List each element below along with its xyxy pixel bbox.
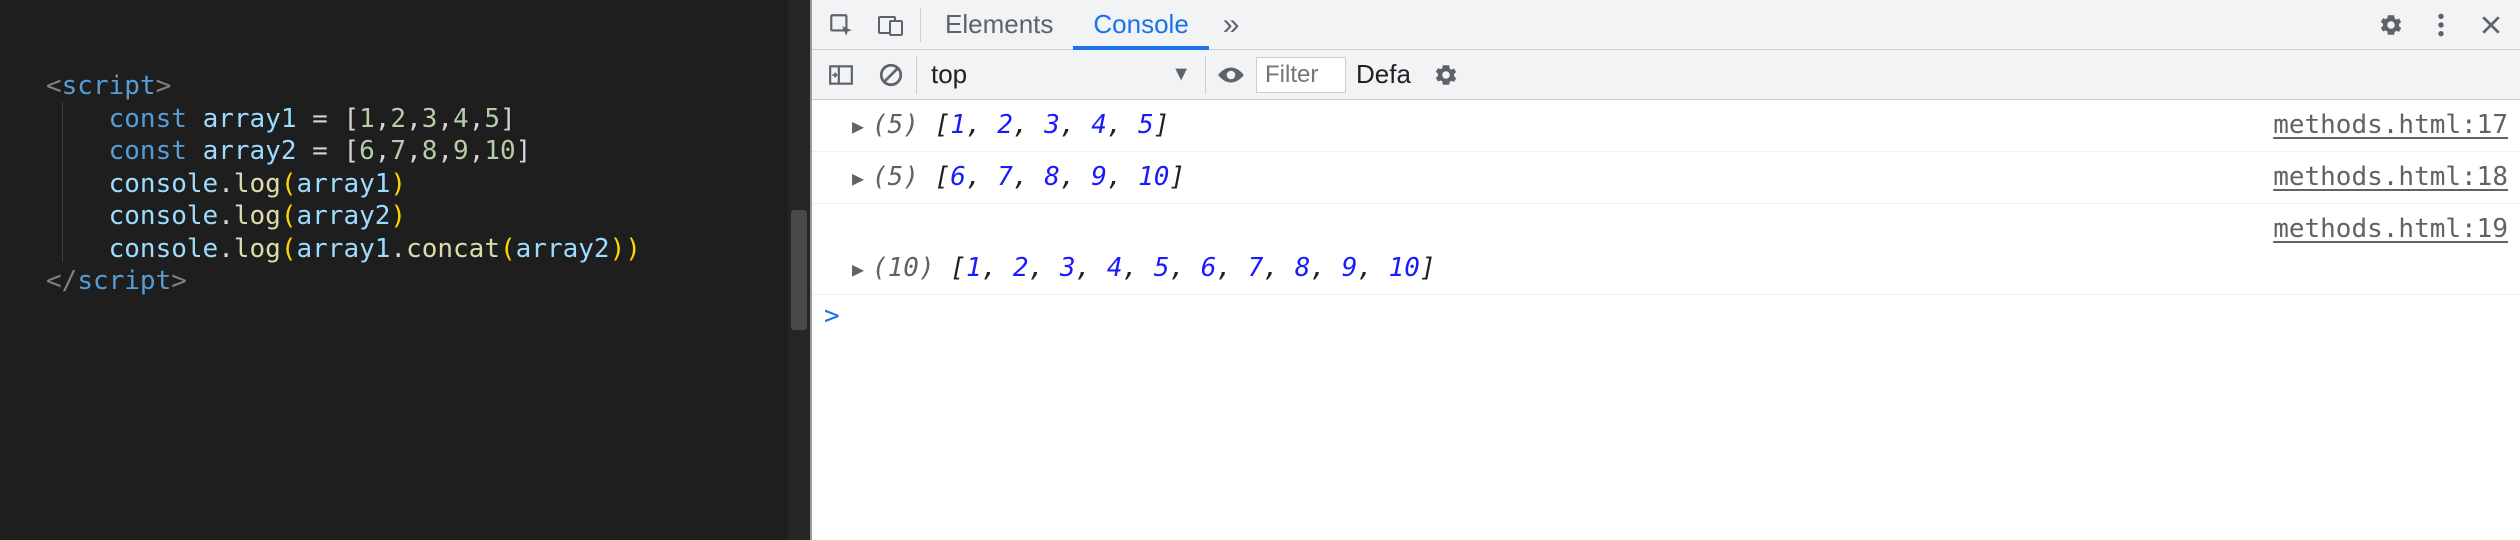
live-expression-eye-icon[interactable] xyxy=(1206,50,1256,100)
kebab-menu-icon[interactable] xyxy=(2416,0,2466,50)
log-content: ▶(10) [1, 2, 3, 4, 5, 6, 7, 8, 9, 10] xyxy=(852,249,2508,288)
log-source-link[interactable]: methods.html:17 xyxy=(2273,106,2508,145)
log-source-link[interactable]: methods.html:19 xyxy=(2273,210,2508,249)
devtools-tabbar: Elements Console » xyxy=(812,0,2520,50)
close-icon[interactable] xyxy=(2466,0,2516,50)
chevron-down-icon: ▼ xyxy=(1171,63,1191,86)
device-toolbar-icon[interactable] xyxy=(866,0,916,50)
execution-context-select[interactable]: top ▼ xyxy=(916,56,1206,94)
code-line[interactable]: const array1 = [1,2,3,4,5] xyxy=(46,103,810,136)
clear-console-icon[interactable] xyxy=(866,50,916,100)
disclosure-triangle-icon[interactable]: ▶ xyxy=(852,254,868,284)
console-toolbar: top ▼ Defa xyxy=(812,50,2520,100)
console-output[interactable]: ▶(5) [1, 2, 3, 4, 5]methods.html:17▶(5) … xyxy=(812,100,2520,540)
console-log-row[interactable]: methods.html:19▶(10) [1, 2, 3, 4, 5, 6, … xyxy=(812,204,2520,295)
context-label: top xyxy=(931,59,967,90)
log-levels-select[interactable]: Defa xyxy=(1346,59,1421,90)
tab-elements[interactable]: Elements xyxy=(925,0,1073,50)
log-source-link[interactable]: methods.html:18 xyxy=(2273,158,2508,197)
disclosure-triangle-icon[interactable]: ▶ xyxy=(852,163,868,193)
indent-guide xyxy=(62,102,63,262)
code-line[interactable]: console.log(array1) xyxy=(46,168,810,201)
console-log-row[interactable]: ▶(5) [6, 7, 8, 9, 10] methods.html:18 xyxy=(812,152,2520,204)
console-prompt[interactable]: > xyxy=(812,295,2520,337)
settings-gear-icon[interactable] xyxy=(2366,0,2416,50)
tab-console[interactable]: Console xyxy=(1073,0,1208,50)
code-line[interactable]: console.log(array1.concat(array2)) xyxy=(46,233,810,266)
filter-input[interactable] xyxy=(1256,57,1346,93)
prompt-chevron-icon: > xyxy=(824,301,840,331)
separator xyxy=(920,8,921,42)
console-settings-gear-icon[interactable] xyxy=(1421,50,1471,100)
code-line[interactable]: </script> xyxy=(46,265,810,298)
log-content: ▶(5) [6, 7, 8, 9, 10] xyxy=(852,158,2253,197)
console-log-row[interactable]: ▶(5) [1, 2, 3, 4, 5] methods.html:17 xyxy=(812,100,2520,152)
scrollbar-thumb[interactable] xyxy=(791,210,807,330)
code-line[interactable]: const array2 = [6,7,8,9,10] xyxy=(46,135,810,168)
code-line[interactable]: <script> xyxy=(46,70,810,103)
console-sidebar-toggle-icon[interactable] xyxy=(816,50,866,100)
code-line[interactable]: console.log(array2) xyxy=(46,200,810,233)
devtools-panel: Elements Console » top ▼ Defa xyxy=(810,0,2520,540)
inspect-element-icon[interactable] xyxy=(816,0,866,50)
log-content: ▶(5) [1, 2, 3, 4, 5] xyxy=(852,106,2253,145)
tabs-overflow-icon[interactable]: » xyxy=(1209,0,1254,50)
code-editor[interactable]: <script> const array1 = [1,2,3,4,5] cons… xyxy=(0,0,810,540)
disclosure-triangle-icon[interactable]: ▶ xyxy=(852,111,868,141)
